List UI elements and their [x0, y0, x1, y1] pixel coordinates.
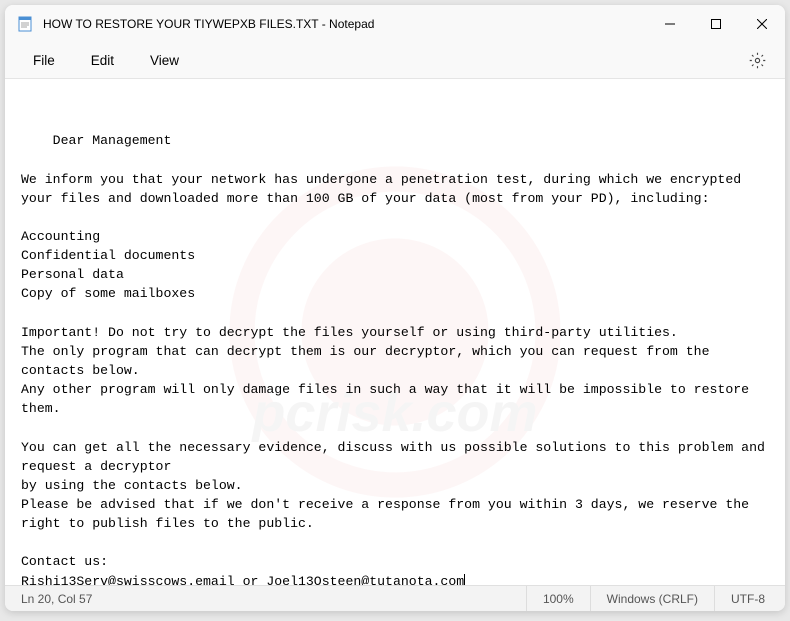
menu-file[interactable]: File	[15, 47, 73, 74]
status-zoom[interactable]: 100%	[526, 586, 590, 611]
status-position: Ln 20, Col 57	[9, 586, 108, 611]
status-encoding: UTF-8	[714, 586, 781, 611]
close-button[interactable]	[739, 5, 785, 43]
maximize-icon	[711, 19, 721, 29]
gear-icon	[749, 52, 766, 69]
settings-button[interactable]	[739, 47, 775, 75]
window-controls	[647, 5, 785, 43]
menubar: File Edit View	[5, 43, 785, 79]
menu-view[interactable]: View	[132, 47, 197, 74]
notepad-window: HOW TO RESTORE YOUR TIYWEPXB FILES.TXT -…	[5, 5, 785, 611]
minimize-icon	[665, 19, 675, 29]
document-text: Dear Management We inform you that your …	[21, 133, 773, 585]
statusbar: Ln 20, Col 57 100% Windows (CRLF) UTF-8	[5, 585, 785, 611]
minimize-button[interactable]	[647, 5, 693, 43]
text-caret	[464, 574, 465, 585]
menu-edit[interactable]: Edit	[73, 47, 132, 74]
notepad-icon	[17, 16, 33, 32]
text-editor[interactable]: pcrisk.com Dear Management We inform you…	[5, 79, 785, 585]
status-line-ending: Windows (CRLF)	[590, 586, 714, 611]
window-title: HOW TO RESTORE YOUR TIYWEPXB FILES.TXT -…	[43, 17, 647, 31]
close-icon	[757, 19, 767, 29]
titlebar[interactable]: HOW TO RESTORE YOUR TIYWEPXB FILES.TXT -…	[5, 5, 785, 43]
maximize-button[interactable]	[693, 5, 739, 43]
